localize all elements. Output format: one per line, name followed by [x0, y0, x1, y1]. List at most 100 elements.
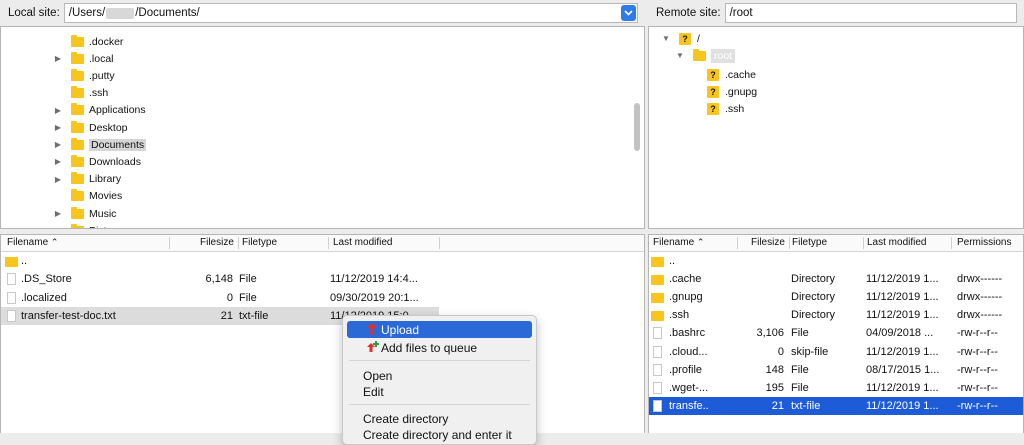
- file-row[interactable]: .cloud... 0 skip-file 11/12/2019 1... -rw-r-…: [649, 343, 1023, 361]
- expand-arrow-icon[interactable]: ▶: [53, 54, 63, 63]
- local-path-prefix: /Users/: [68, 7, 106, 19]
- local-tree-item[interactable]: .docker: [53, 33, 123, 50]
- col-filesize[interactable]: Filesize: [200, 237, 234, 248]
- remote-tree-root-dir[interactable]: ▼ root: [675, 47, 736, 64]
- menu-item-create-directory-enter[interactable]: Create directory and enter it: [347, 426, 532, 443]
- local-tree-item[interactable]: Movies: [53, 188, 122, 205]
- chevron-down-icon[interactable]: [620, 5, 636, 21]
- expanded-arrow-icon[interactable]: ▼: [661, 34, 671, 43]
- col-permissions[interactable]: Permissions: [957, 237, 1011, 248]
- column-divider[interactable]: [328, 237, 329, 249]
- col-last-modified[interactable]: Last modified: [333, 237, 392, 248]
- col-filename[interactable]: Filename ⌃: [7, 237, 58, 248]
- file-name: transfe..: [669, 399, 709, 412]
- menu-item-open[interactable]: Open: [347, 367, 532, 384]
- expand-arrow-icon[interactable]: ▶: [53, 226, 63, 228]
- file-modified: 11/12/2019 1...: [866, 399, 939, 412]
- file-name: .gnupg: [669, 291, 703, 304]
- local-tree-item[interactable]: ▶ .local: [53, 50, 114, 67]
- file-modified: 11/12/2019 14:4...: [330, 273, 418, 286]
- file-type: File: [239, 291, 257, 304]
- menu-item-add-to-queue[interactable]: Add files to queue: [347, 339, 532, 356]
- local-tree-item[interactable]: ▶ Desktop: [53, 119, 128, 136]
- local-tree-scrollbar[interactable]: [634, 103, 640, 151]
- file-modified: 11/12/2019 1...: [866, 291, 939, 304]
- file-modified: 11/12/2019 1...: [866, 273, 939, 286]
- menu-item-create-directory[interactable]: Create directory: [347, 410, 532, 427]
- file-row[interactable]: .ssh Directory 11/12/2019 1... drwx------: [649, 306, 1023, 324]
- expand-arrow-icon[interactable]: ▶: [53, 175, 63, 184]
- unknown-folder-icon: ?: [707, 85, 719, 98]
- local-site-bar: Local site: /Users/ /Documents/: [0, 0, 645, 26]
- expand-arrow-icon[interactable]: ▶: [53, 123, 63, 132]
- local-tree-item[interactable]: ▶ Pict: [53, 222, 107, 228]
- remote-site-path-combo[interactable]: /root: [724, 3, 1017, 23]
- file-row[interactable]: .bashrc 3,106 File 04/09/2018 ... -rw-r--r--: [649, 324, 1023, 342]
- col-filetype[interactable]: Filetype: [792, 237, 827, 248]
- expanded-arrow-icon[interactable]: ▼: [675, 51, 685, 60]
- file-modified: 04/09/2018 ...: [866, 327, 934, 340]
- local-tree-item[interactable]: ▶ Music: [53, 205, 116, 222]
- remote-tree-item[interactable]: ? .cache: [707, 66, 756, 83]
- file-row[interactable]: .DS_Store 6,148 File 11/12/2019 14:4...: [1, 270, 644, 288]
- local-tree-item[interactable]: .ssh: [53, 85, 108, 102]
- folder-icon: [71, 172, 84, 185]
- menu-item-upload[interactable]: Upload: [347, 321, 532, 338]
- column-divider[interactable]: [863, 237, 864, 249]
- expand-arrow-icon[interactable]: ▶: [53, 157, 63, 166]
- local-tree-item[interactable]: ▶ Applications: [53, 102, 146, 119]
- file-permissions: -rw-r--r--: [957, 327, 998, 340]
- local-tree-item[interactable]: ▶ Downloads: [53, 153, 141, 170]
- context-menu: Upload Add files to queue Open Edit Crea…: [342, 315, 537, 445]
- col-filename[interactable]: Filename ⌃: [653, 237, 704, 248]
- file-row[interactable]: .localized 0 File 09/30/2019 20:1...: [1, 289, 644, 307]
- column-divider[interactable]: [951, 237, 952, 249]
- file-row[interactable]: ..: [649, 252, 1023, 270]
- remote-tree-item[interactable]: ? .ssh: [707, 100, 744, 117]
- file-name: .DS_Store: [21, 273, 72, 286]
- col-last-modified[interactable]: Last modified: [867, 237, 926, 248]
- file-row[interactable]: .profile 148 File 08/17/2015 1... -rw-r--r--: [649, 361, 1023, 379]
- remote-tree-root-slash[interactable]: ▼ ? /: [661, 30, 700, 47]
- remote-tree-item[interactable]: ? .gnupg: [707, 83, 757, 100]
- add-to-queue-icon: [367, 341, 379, 352]
- local-site-path-combo[interactable]: /Users/ /Documents/: [63, 3, 638, 23]
- local-tree-item[interactable]: ▶ Library: [53, 171, 121, 188]
- document-icon: [653, 381, 662, 394]
- file-name: ..: [669, 255, 676, 267]
- file-type: File: [791, 327, 809, 340]
- column-divider[interactable]: [238, 237, 239, 249]
- column-divider[interactable]: [169, 237, 170, 249]
- unknown-folder-icon: ?: [679, 32, 691, 45]
- folder-icon: [71, 34, 84, 47]
- expand-arrow-icon[interactable]: ▶: [53, 106, 63, 115]
- file-row[interactable]: ..: [1, 252, 644, 270]
- column-divider[interactable]: [789, 237, 790, 249]
- file-name: .cloud...: [669, 345, 708, 358]
- file-type: File: [791, 363, 809, 376]
- remote-site-label: Remote site:: [656, 7, 721, 19]
- remote-tree-label: /: [697, 32, 700, 45]
- menu-item-edit[interactable]: Edit: [347, 383, 532, 400]
- col-filetype[interactable]: Filetype: [242, 237, 277, 248]
- folder-icon: [71, 86, 84, 99]
- file-row[interactable]: .cache Directory 11/12/2019 1... drwx------: [649, 270, 1023, 288]
- file-size: 21: [220, 309, 233, 322]
- redacted-username: [106, 7, 135, 19]
- file-row[interactable]: transfe.. 21 txt-file 11/12/2019 1... -rw-r-…: [649, 396, 1023, 415]
- col-filesize[interactable]: Filesize: [751, 237, 785, 248]
- file-size: 0: [777, 345, 784, 358]
- unknown-folder-icon: ?: [707, 68, 719, 81]
- folder-icon: [5, 257, 18, 267]
- column-divider[interactable]: [439, 237, 440, 249]
- local-tree-label: .docker: [89, 35, 124, 48]
- file-row[interactable]: .gnupg Directory 11/12/2019 1... drwx------: [649, 288, 1023, 306]
- expand-arrow-icon[interactable]: ▶: [53, 140, 63, 149]
- local-tree-item[interactable]: .putty: [53, 67, 115, 84]
- column-divider[interactable]: [737, 237, 738, 249]
- file-size: 195: [765, 381, 784, 394]
- expand-arrow-icon[interactable]: ▶: [53, 209, 63, 218]
- file-row[interactable]: .wget-... 195 File 11/12/2019 1... -rw-r--r-…: [649, 379, 1023, 397]
- local-tree-item[interactable]: ▶ Documents: [53, 136, 147, 153]
- folder-icon: [71, 103, 84, 116]
